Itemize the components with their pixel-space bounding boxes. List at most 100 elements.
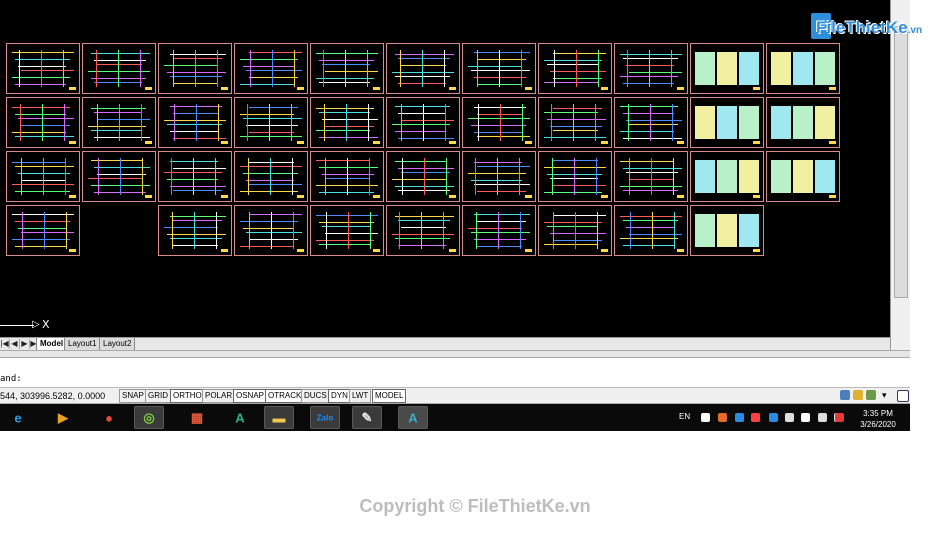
drawing-sheet[interactable] [690,205,764,256]
ortho-toggle[interactable]: ORTHO [170,389,205,403]
drawing-sheet[interactable] [82,151,156,202]
drawing-sheet[interactable] [614,151,688,202]
drawing-line [21,158,22,195]
communication-center-icon[interactable] [840,390,850,400]
drawing-sheet[interactable] [234,205,308,256]
drawing-line [544,137,606,138]
app-store-icon[interactable]: A [225,406,255,429]
lwt-toggle[interactable]: LWT [349,389,372,403]
drawing-sheet[interactable] [158,151,232,202]
snap-toggle[interactable]: SNAP [119,389,147,403]
title-block [449,195,456,198]
drawing-line [478,104,479,141]
drawing-line [249,184,302,185]
autocad-icon[interactable]: A [398,406,428,429]
drawing-sheet[interactable] [310,205,384,256]
model-toggle[interactable]: MODEL [372,389,407,403]
drawing-sheet[interactable] [766,97,840,148]
drawing-sheet[interactable] [386,43,460,94]
drawing-sheet[interactable] [310,151,384,202]
network-icon[interactable] [769,413,778,422]
internet-explorer-icon[interactable]: e [3,406,33,429]
tab-nav-first[interactable]: |◀ [0,339,10,349]
windows-app-icon[interactable]: ▦ [182,406,212,429]
drawing-sheet[interactable] [386,205,460,256]
language-indicator[interactable]: EN [679,412,690,421]
dyn-toggle[interactable]: DYN [328,389,351,403]
drawing-sheet[interactable] [6,151,80,202]
polar-toggle[interactable]: POLAR [202,389,236,403]
grid-toggle[interactable]: GRID [145,389,171,403]
drawing-sheet[interactable] [538,43,612,94]
drawing-sheet[interactable] [82,43,156,94]
drawing-sheet[interactable] [310,43,384,94]
vertical-scrollbar[interactable] [890,0,910,350]
drawing-sheet[interactable] [6,43,80,94]
tab-nav-next[interactable]: ▶ [20,339,30,349]
ducs-toggle[interactable]: DUCS [301,389,330,403]
lock-icon[interactable] [853,390,863,400]
tab-nav-prev[interactable]: ◀ [10,339,20,349]
drawing-line [19,50,20,87]
scrollbar-thumb[interactable] [894,26,908,298]
drawing-sheet[interactable] [690,97,764,148]
drawing-sheet[interactable] [614,97,688,148]
drawing-sheet[interactable] [462,43,536,94]
osnap-toggle[interactable]: OSNAP [233,389,268,403]
drawing-sheet[interactable] [158,43,232,94]
drawing-sheet[interactable] [234,97,308,148]
drawing-sheet[interactable] [614,43,688,94]
drawing-sheet[interactable] [538,205,612,256]
command-window[interactable]: and: [0,358,910,388]
coccoc-icon[interactable]: ◎ [134,406,164,429]
drawing-sheet[interactable] [234,151,308,202]
speaker-icon[interactable] [751,413,760,422]
drawing-sheet[interactable] [462,97,536,148]
drawing-line [650,104,651,141]
chat-icon[interactable] [735,413,744,422]
drawing-sheet[interactable] [462,205,536,256]
drawing-sheet[interactable] [766,151,840,202]
drawing-sheet[interactable] [82,97,156,148]
table-block [739,160,759,193]
clean-screen-icon[interactable] [897,390,909,402]
drawing-sheet[interactable] [310,97,384,148]
display-icon[interactable] [785,413,794,422]
model-space-canvas[interactable] [0,0,890,337]
flag-icon[interactable] [801,413,810,422]
system-clock[interactable]: 3:35 PM 3/26/2020 [853,408,903,430]
drawing-sheet[interactable] [386,151,460,202]
cloud-icon[interactable] [701,413,710,422]
shield-icon[interactable] [718,413,727,422]
otrack-toggle[interactable]: OTRACK [265,389,305,403]
drawing-line [319,60,374,61]
drawing-sheet[interactable] [6,97,80,148]
chevron-down-icon[interactable]: ▾ [882,390,892,400]
drawing-line [215,158,216,195]
file-explorer-icon[interactable]: ▬ [264,406,294,429]
antivirus-icon[interactable] [835,413,844,422]
drawing-sheet[interactable] [462,151,536,202]
drawing-sheet[interactable] [614,205,688,256]
table-block [815,106,835,139]
battery-icon[interactable] [818,413,827,422]
tray-settings-icon[interactable] [866,390,876,400]
drawing-sheet[interactable] [690,43,764,94]
drawing-sheet[interactable] [234,43,308,94]
coordinate-readout[interactable]: 544, 303996.5282, 0.0000 [0,391,105,401]
paint-icon[interactable]: ✎ [352,406,382,429]
drawing-sheet[interactable] [6,205,80,256]
zalo-icon[interactable]: Zalo [310,406,340,429]
drawing-sheet[interactable] [538,151,612,202]
chrome-icon[interactable]: ● [94,406,124,429]
drawing-sheet[interactable] [766,43,840,94]
drawing-sheet[interactable] [158,97,232,148]
media-player-icon[interactable]: ▶ [48,406,78,429]
drawing-sheet[interactable] [690,151,764,202]
drawing-sheet[interactable] [158,205,232,256]
drawing-sheet[interactable] [538,97,612,148]
title-block [677,141,684,144]
drawing-sheet[interactable] [386,97,460,148]
drawing-line [544,112,598,113]
command-window-splitter[interactable] [0,350,910,358]
